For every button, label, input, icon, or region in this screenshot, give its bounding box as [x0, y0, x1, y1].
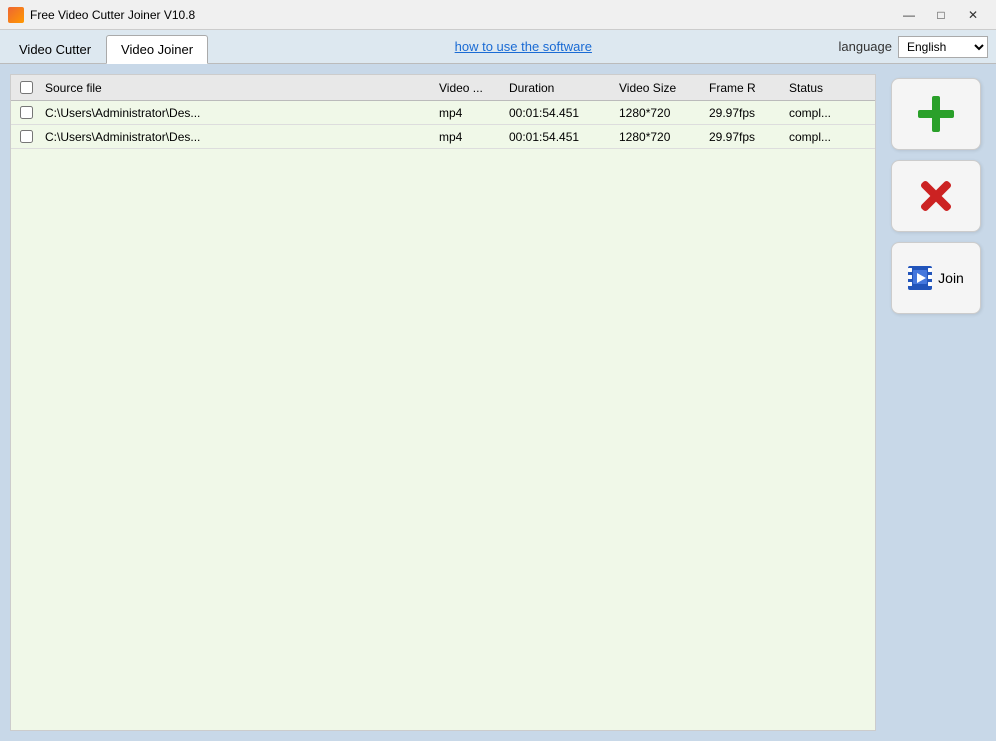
header-checkbox[interactable] — [11, 81, 41, 94]
restore-button[interactable]: □ — [926, 5, 956, 25]
row-1-source: C:\Users\Administrator\Des... — [41, 106, 435, 120]
minimize-button[interactable]: — — [894, 5, 924, 25]
main-content: Source file Video ... Duration Video Siz… — [0, 64, 996, 741]
window-controls: — □ ✕ — [894, 5, 988, 25]
x-icon — [916, 176, 956, 216]
row-1-checkbox[interactable] — [20, 106, 33, 119]
row-1-duration: 00:01:54.451 — [505, 106, 615, 120]
join-button[interactable]: Join — [891, 242, 981, 314]
title-bar: Free Video Cutter Joiner V10.8 — □ ✕ — [0, 0, 996, 30]
select-all-checkbox[interactable] — [20, 81, 33, 94]
row-2-status: compl... — [785, 130, 875, 144]
file-panel: Source file Video ... Duration Video Siz… — [10, 74, 876, 731]
row-1-status: compl... — [785, 106, 875, 120]
language-label: language — [839, 39, 893, 54]
right-panel: Join — [886, 74, 986, 731]
language-area: language English Chinese Spanish French … — [839, 36, 989, 58]
film-strip-icon — [908, 266, 932, 290]
add-button[interactable] — [891, 78, 981, 150]
row-2-size: 1280*720 — [615, 130, 705, 144]
row-2-checkbox-cell[interactable] — [11, 130, 41, 143]
join-label: Join — [938, 270, 964, 286]
window-title: Free Video Cutter Joiner V10.8 — [30, 8, 894, 22]
table-row: C:\Users\Administrator\Des... mp4 00:01:… — [11, 125, 875, 149]
plus-icon — [916, 94, 956, 134]
row-2-framerate: 29.97fps — [705, 130, 785, 144]
row-1-size: 1280*720 — [615, 106, 705, 120]
header-duration: Duration — [505, 81, 615, 95]
tab-video-cutter[interactable]: Video Cutter — [4, 35, 106, 63]
header-status: Status — [785, 81, 875, 95]
app-icon — [8, 7, 24, 23]
menu-bar: Video Cutter Video Joiner how to use the… — [0, 30, 996, 64]
row-2-checkbox[interactable] — [20, 130, 33, 143]
header-frame-rate: Frame R — [705, 81, 785, 95]
tab-video-joiner[interactable]: Video Joiner — [106, 35, 208, 64]
header-video-size: Video Size — [615, 81, 705, 95]
row-1-framerate: 29.97fps — [705, 106, 785, 120]
row-2-format: mp4 — [435, 130, 505, 144]
table-row: C:\Users\Administrator\Des... mp4 00:01:… — [11, 101, 875, 125]
row-1-format: mp4 — [435, 106, 505, 120]
row-1-checkbox-cell[interactable] — [11, 106, 41, 119]
header-video-format: Video ... — [435, 81, 505, 95]
table-header: Source file Video ... Duration Video Siz… — [11, 75, 875, 101]
remove-button[interactable] — [891, 160, 981, 232]
row-2-duration: 00:01:54.451 — [505, 130, 615, 144]
close-button[interactable]: ✕ — [958, 5, 988, 25]
help-link[interactable]: how to use the software — [208, 39, 838, 54]
row-2-source: C:\Users\Administrator\Des... — [41, 130, 435, 144]
language-select[interactable]: English Chinese Spanish French German — [898, 36, 988, 58]
header-source-file: Source file — [41, 81, 435, 95]
